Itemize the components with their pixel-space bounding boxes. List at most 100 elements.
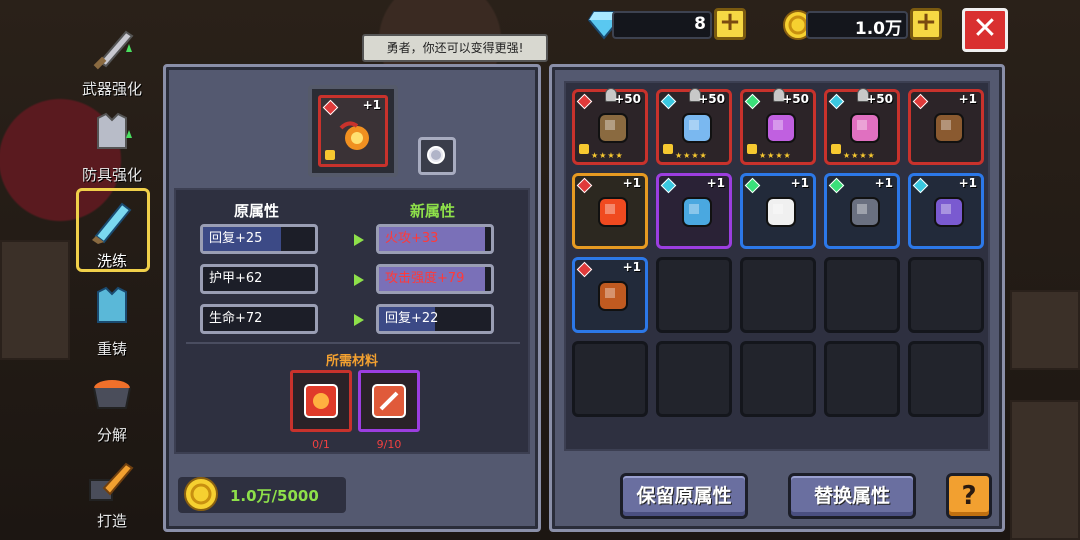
rarity-gem-icon (576, 177, 593, 194)
tab-armor-upgrade[interactable]: 防具强化 (72, 108, 152, 185)
replace-attributes-button[interactable]: 替换属性 (788, 473, 916, 519)
rarity-gem-icon (828, 93, 845, 110)
inspect-button[interactable] (418, 137, 456, 175)
rarity-gem-icon (912, 177, 929, 194)
inventory-slot[interactable]: +1 (572, 257, 648, 333)
fire-armor-icon (339, 121, 369, 150)
equipped-lock-icon (747, 144, 757, 154)
tab-recast-label: 重铸 (96, 340, 127, 358)
item-stars: ★★★★ (759, 151, 792, 160)
gold-coin-icon (184, 477, 218, 511)
divider (186, 342, 520, 344)
rarity-gem-icon (744, 177, 761, 194)
inventory-slot[interactable]: +50 ★★★★ (656, 88, 732, 165)
scythe-icon (766, 113, 796, 143)
rarity-gem-icon (828, 177, 845, 194)
inventory-slot[interactable]: +50 ★★★★ (740, 88, 816, 165)
item-level: +1 (706, 176, 725, 190)
armor-upgrade-icon (97, 112, 132, 149)
equipped-lock-icon (579, 144, 589, 154)
inventory-slot[interactable]: +1 (824, 173, 900, 249)
tab-refine[interactable]: 洗练 (72, 194, 152, 271)
item-stars: ★★★★ (591, 151, 624, 160)
gold-cost: 1.0万/5000 (178, 477, 346, 513)
item-stars: ★★★★ (675, 151, 708, 160)
empty-inventory-slot[interactable] (908, 257, 984, 333)
arrow-right-icon (354, 314, 364, 326)
recast-icon (97, 286, 127, 323)
inventory-grid: +50 ★★★★ +50 ★★★★ +50 ★★★★ +50 ★★★★ +1 +1 +1 +1 +1 +1… (564, 81, 990, 451)
tab-disassemble-label: 分解 (96, 426, 127, 444)
empty-inventory-slot[interactable] (824, 257, 900, 333)
tab-recast[interactable]: 重铸 (72, 282, 152, 359)
rarity-gem-icon (660, 177, 677, 194)
rarity-gem-icon (660, 93, 677, 110)
item-level: +50 (866, 92, 893, 106)
shotgun-icon (598, 281, 628, 311)
arrow-right-icon (354, 274, 364, 286)
slime-icon (766, 197, 796, 227)
add-gold-button[interactable]: + (910, 8, 942, 40)
keep-attributes-button[interactable]: 保留原属性 (620, 473, 748, 519)
tab-armor-upgrade-label: 防具强化 (81, 166, 142, 184)
empty-inventory-slot[interactable] (572, 341, 648, 417)
help-button[interactable]: ? (946, 473, 992, 519)
rarity-gem-icon (744, 93, 761, 110)
material-count-2: 9/10 (376, 438, 402, 451)
item-level: +1 (790, 176, 809, 190)
fire-orb-icon (598, 197, 628, 227)
material-slot-2[interactable] (358, 370, 420, 432)
gold-cost-value: 1.0万/5000 (230, 487, 319, 505)
material-slot-1[interactable] (290, 370, 352, 432)
tab-disassemble[interactable]: 分解 (72, 368, 152, 445)
material-count-1: 0/1 (312, 438, 330, 451)
selected-item-slot[interactable]: +1 (308, 85, 398, 177)
lock-icon (325, 150, 335, 160)
empty-inventory-slot[interactable] (656, 341, 732, 417)
inventory-slot[interactable]: +50 ★★★★ (824, 88, 900, 165)
new-stat-1: 火攻+33 (376, 224, 494, 254)
rarity-gem-icon (576, 93, 593, 110)
empty-inventory-slot[interactable] (740, 257, 816, 333)
scroll-material-icon (372, 384, 406, 418)
refine-icon (92, 202, 132, 244)
item-level: +50 (782, 92, 809, 106)
gem-value: 8 (694, 14, 706, 34)
close-button[interactable]: ✕ (962, 8, 1008, 52)
inventory-slot[interactable]: +1 (908, 173, 984, 249)
empty-inventory-slot[interactable] (824, 341, 900, 417)
new-stat-2: 攻击强度+79 (376, 264, 494, 294)
gold-value: 1.0万 (854, 19, 902, 39)
inventory-slot[interactable]: +50 ★★★★ (572, 88, 648, 165)
item-level: +1 (622, 260, 641, 274)
tab-forge-label: 打造 (96, 512, 127, 530)
empty-inventory-slot[interactable] (656, 257, 732, 333)
inventory-slot[interactable]: +1 (572, 173, 648, 249)
empty-inventory-slot[interactable] (908, 341, 984, 417)
item-level: +1 (958, 176, 977, 190)
add-gems-button[interactable]: + (714, 8, 746, 40)
materials-title: 所需材料 (325, 354, 378, 369)
old-stat-1: 回复+25 (200, 224, 318, 254)
new-attributes-title: 新属性 (410, 202, 456, 220)
inventory-slot[interactable]: +1 (740, 173, 816, 249)
disassemble-icon (93, 380, 131, 409)
rarity-gem-icon (912, 93, 929, 110)
selected-item-level: +1 (362, 98, 381, 112)
magnifier-icon (427, 146, 445, 164)
inventory-slot[interactable]: +1 (908, 89, 984, 165)
whip-icon (850, 197, 880, 227)
armor-check-icon (934, 113, 964, 143)
empty-inventory-slot[interactable] (740, 341, 816, 417)
tab-forge[interactable]: 打造 (72, 454, 152, 531)
gold-counter: 1.0万 + (782, 8, 942, 42)
new-stat-3: 回复+22 (376, 304, 494, 334)
tab-weapon-upgrade[interactable]: 武器强化 (72, 22, 152, 99)
equipped-lock-icon (831, 144, 841, 154)
inventory-slot[interactable]: +1 (656, 173, 732, 249)
item-level: +1 (874, 176, 893, 190)
old-attributes-title: 原属性 (234, 202, 280, 220)
forge-icon (89, 462, 134, 501)
sniper-rifle-icon (682, 197, 712, 227)
fish-icon (934, 197, 964, 227)
